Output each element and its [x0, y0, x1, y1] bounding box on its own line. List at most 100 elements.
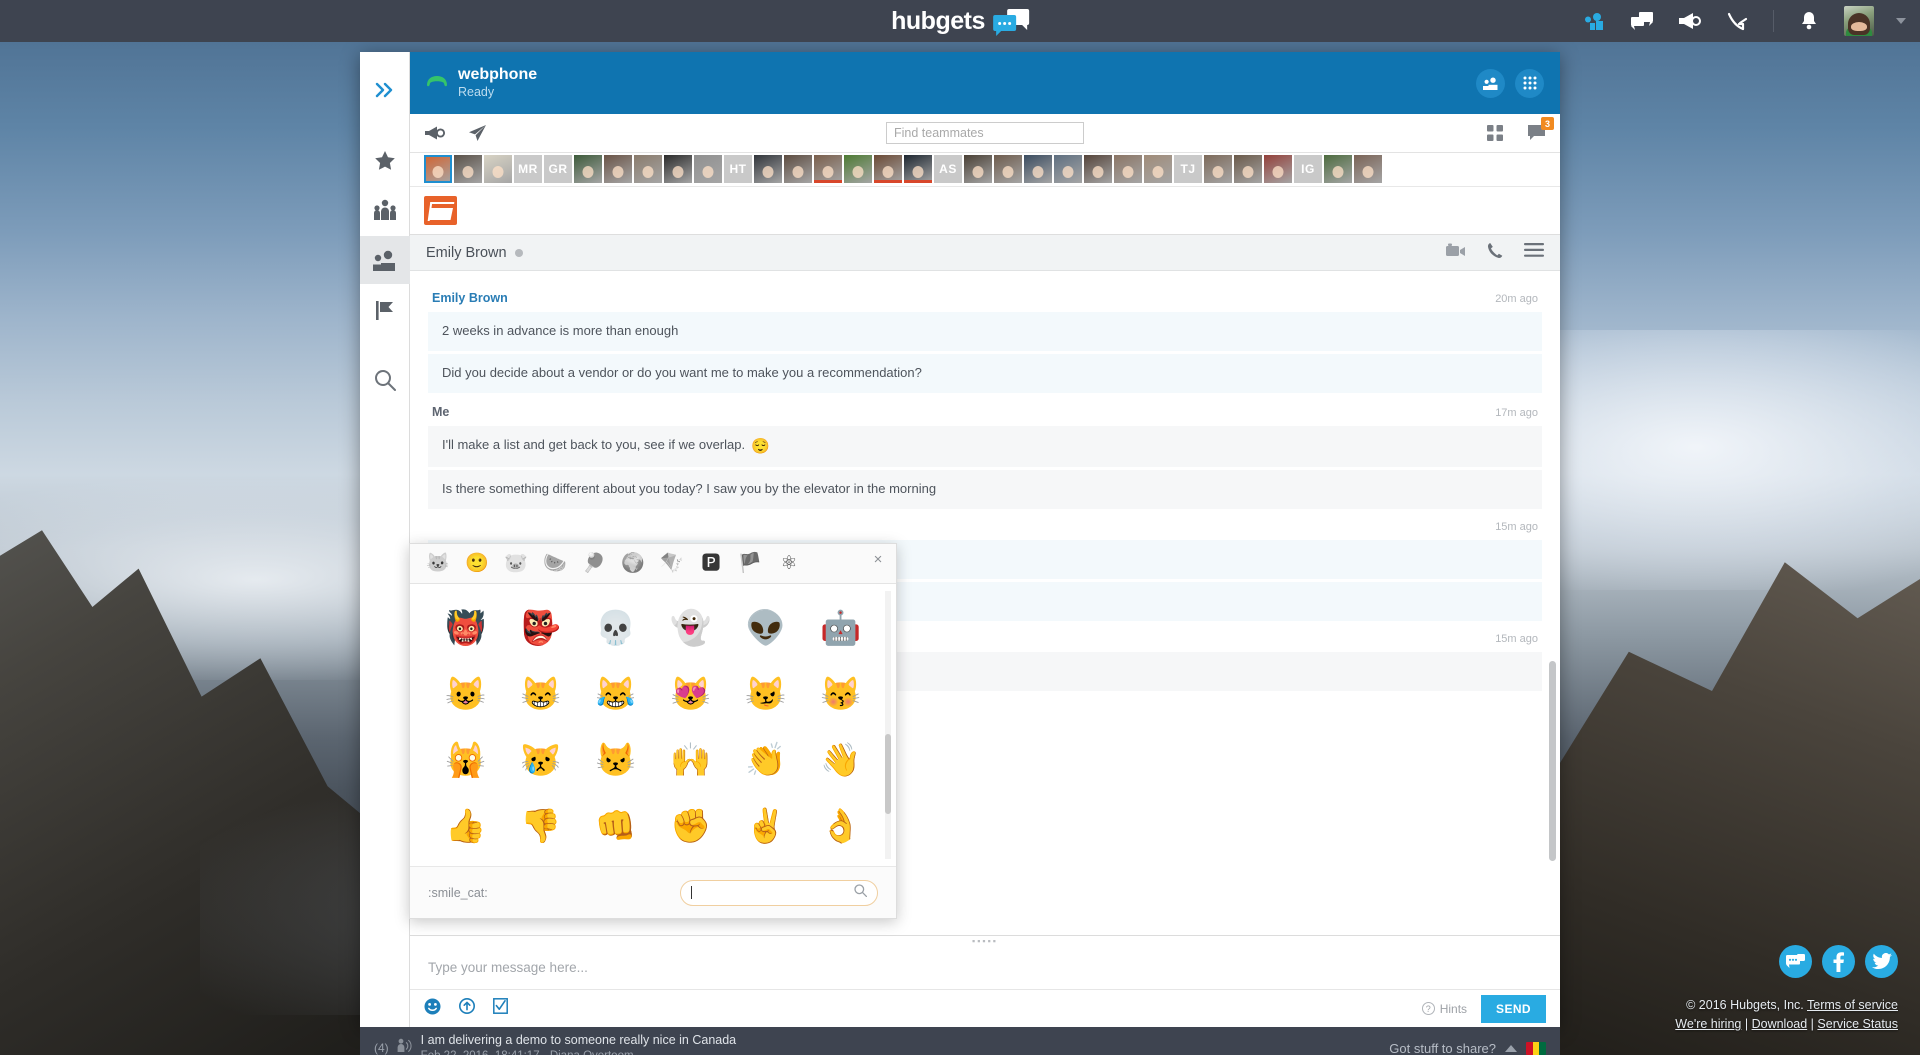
sidebar-item-expand[interactable]: [360, 66, 410, 114]
teammate-avatar[interactable]: [1024, 155, 1052, 183]
attach-upload-icon[interactable]: [459, 998, 475, 1019]
emoji-picker-toggle-icon[interactable]: [424, 998, 441, 1020]
teammate-avatar[interactable]: [1114, 155, 1142, 183]
announcements-icon[interactable]: [1677, 9, 1703, 33]
teammate-avatar[interactable]: MR: [514, 155, 542, 183]
send-paper-plane-icon[interactable]: [468, 124, 487, 142]
teammate-avatar[interactable]: [664, 155, 692, 183]
webphone-contacts-button[interactable]: [1476, 68, 1505, 98]
twitter-icon[interactable]: [1865, 945, 1898, 978]
terms-of-service-link[interactable]: Terms of service: [1807, 998, 1898, 1012]
tab-flags-icon[interactable]: 🏴: [736, 550, 764, 578]
hubgets-logo[interactable]: hubgets: [891, 8, 1029, 36]
emoji-cell[interactable]: 😾: [578, 728, 653, 790]
composer-resize-handle[interactable]: ▪▪▪▪▪: [410, 936, 1560, 946]
tab-smileys-icon[interactable]: 🙂: [463, 550, 491, 578]
teammate-avatar[interactable]: HT: [724, 155, 752, 183]
tab-animals-icon[interactable]: 🐷: [502, 550, 530, 578]
search-icon[interactable]: [854, 883, 868, 902]
emoji-cell[interactable]: 👽: [728, 596, 803, 658]
teammate-avatar[interactable]: [574, 155, 602, 183]
emoji-cell[interactable]: 😺: [428, 662, 503, 724]
broadcast-megaphone-icon[interactable]: [424, 125, 446, 141]
phone-icon[interactable]: [1487, 242, 1504, 264]
teammate-avatar[interactable]: TJ: [1174, 155, 1202, 183]
teammate-avatar[interactable]: [964, 155, 992, 183]
teammate-avatar[interactable]: [424, 155, 452, 183]
teammate-avatar[interactable]: [484, 155, 512, 183]
teammate-avatar[interactable]: [454, 155, 482, 183]
tab-objects-icon[interactable]: 🪁: [658, 550, 686, 578]
teammate-avatar[interactable]: [1264, 155, 1292, 183]
sidebar-item-flagged[interactable]: [360, 286, 410, 334]
facebook-icon[interactable]: [1822, 945, 1855, 978]
shared-folder-icon[interactable]: [424, 196, 457, 225]
teammate-avatar[interactable]: [634, 155, 662, 183]
download-link[interactable]: Download: [1752, 1017, 1808, 1031]
video-camera-icon[interactable]: [1445, 243, 1467, 262]
chevron-up-icon[interactable]: [1505, 1044, 1517, 1052]
emoji-cell[interactable]: 👎: [503, 794, 578, 856]
find-teammates-input[interactable]: [886, 122, 1084, 144]
tab-food-icon[interactable]: 🍉: [541, 550, 569, 578]
emoji-cell[interactable]: 🤖: [803, 596, 878, 658]
call-transfer-icon[interactable]: [1725, 9, 1751, 33]
unread-chats-icon[interactable]: 3: [1527, 117, 1554, 142]
sidebar-item-favorites[interactable]: [360, 136, 410, 184]
teammate-avatar[interactable]: [994, 155, 1022, 183]
teammate-avatar[interactable]: [754, 155, 782, 183]
tab-activity-icon[interactable]: 🏓: [580, 550, 608, 578]
hints-button[interactable]: ? Hints: [1421, 1002, 1467, 1016]
share-prompt[interactable]: Got stuff to share?: [1389, 1041, 1496, 1055]
teammate-avatar[interactable]: [814, 155, 842, 183]
webphone-dialpad-button[interactable]: [1515, 68, 1544, 98]
teammate-avatar[interactable]: [1204, 155, 1232, 183]
emoji-cell[interactable]: 😿: [503, 728, 578, 790]
teammate-avatar[interactable]: [1354, 155, 1382, 183]
emoji-cell[interactable]: 👊: [578, 794, 653, 856]
messages-scrollbar-thumb[interactable]: [1549, 661, 1556, 861]
emoji-search-input[interactable]: [692, 885, 854, 900]
messages-scrollbar-track[interactable]: [1549, 271, 1558, 935]
tab-symbols-icon[interactable]: 🅿: [697, 550, 725, 578]
hamburger-icon[interactable]: [1524, 243, 1544, 262]
message-input[interactable]: [410, 945, 1560, 989]
user-menu-chevron-down-icon[interactable]: [1896, 18, 1906, 24]
send-button[interactable]: SEND: [1481, 994, 1546, 1023]
emoji-scrollbar-track[interactable]: [885, 591, 891, 859]
close-icon[interactable]: ×: [870, 552, 886, 568]
emoji-search-box[interactable]: [680, 879, 878, 906]
contacts-icon[interactable]: [1581, 9, 1607, 33]
teammate-avatar[interactable]: [1234, 155, 1262, 183]
tab-custom-icon[interactable]: ⚛: [775, 550, 803, 578]
emoji-cell[interactable]: 🙀: [428, 728, 503, 790]
emoji-cell[interactable]: 👹: [428, 596, 503, 658]
grid-view-icon[interactable]: [1487, 125, 1503, 141]
emoji-cell[interactable]: ✌: [728, 794, 803, 856]
chats-icon[interactable]: [1629, 9, 1655, 33]
teammate-avatar[interactable]: [874, 155, 902, 183]
tab-travel-icon[interactable]: 🌍: [619, 550, 647, 578]
tab-recent-icon[interactable]: 🐱: [424, 550, 452, 578]
user-avatar[interactable]: [1844, 6, 1874, 36]
sidebar-item-teammates[interactable]: [359, 236, 410, 284]
emoji-cell[interactable]: 😽: [803, 662, 878, 724]
emoji-cell[interactable]: 👻: [653, 596, 728, 658]
emoji-cell[interactable]: 👋: [803, 728, 878, 790]
emoji-cell[interactable]: 👌: [803, 794, 878, 856]
emoji-cell[interactable]: 💀: [578, 596, 653, 658]
teammate-avatar[interactable]: [1084, 155, 1112, 183]
task-checkbox-icon[interactable]: [493, 998, 508, 1019]
teammate-avatar[interactable]: [904, 155, 932, 183]
teammate-avatar[interactable]: [784, 155, 812, 183]
teammate-avatar[interactable]: [1324, 155, 1352, 183]
teammate-avatar[interactable]: [1144, 155, 1172, 183]
teammate-avatar[interactable]: [844, 155, 872, 183]
emoji-scrollbar-thumb[interactable]: [885, 734, 891, 814]
teammate-avatar[interactable]: IG: [1294, 155, 1322, 183]
emoji-cell[interactable]: ✊: [653, 794, 728, 856]
sidebar-item-organization[interactable]: [360, 186, 410, 234]
emoji-cell[interactable]: 😹: [578, 662, 653, 724]
teammate-avatar[interactable]: [1054, 155, 1082, 183]
status-title[interactable]: I am delivering a demo to someone really…: [421, 1032, 736, 1049]
